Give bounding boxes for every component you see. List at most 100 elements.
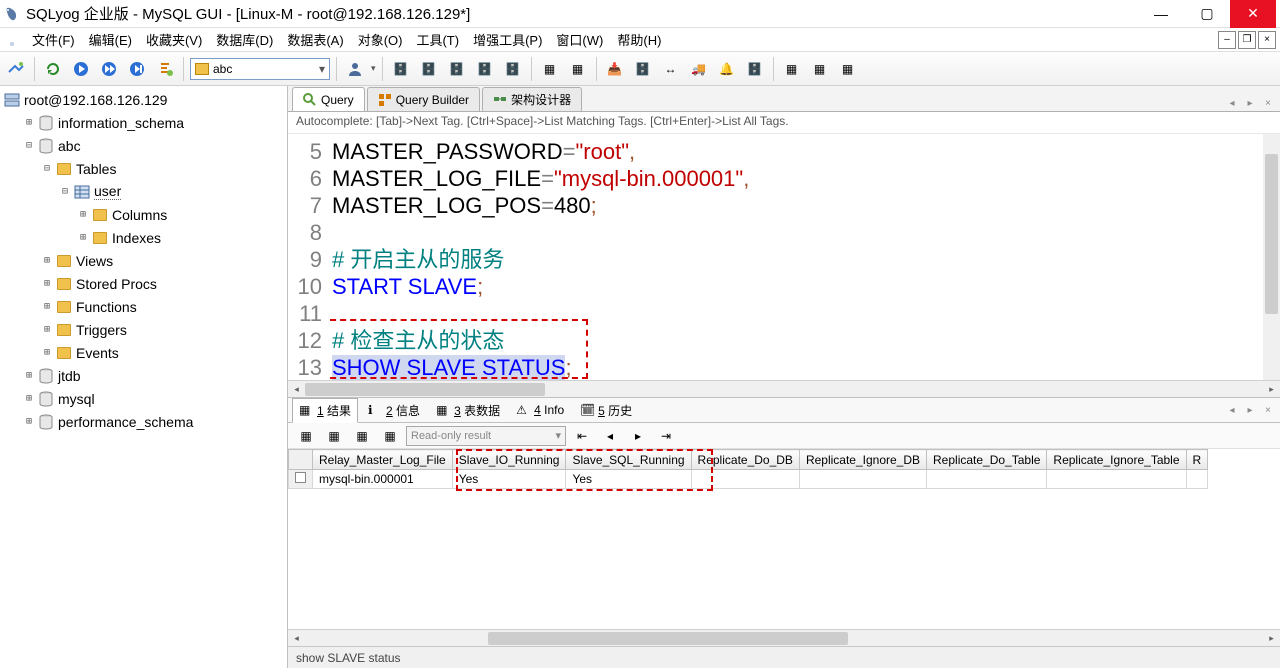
grid-col-header[interactable]: Replicate_Do_Table [927, 450, 1047, 470]
grid-cell[interactable] [691, 470, 799, 489]
mdi-close-button[interactable]: × [1258, 31, 1276, 49]
grid-copy-icon[interactable]: ▦ [322, 424, 346, 448]
tree-item[interactable]: ⊞performance_schema [0, 410, 287, 433]
minimize-button[interactable]: — [1138, 0, 1184, 28]
db-schema-icon[interactable]: 🗄️ [473, 57, 497, 81]
grid-hscroll[interactable]: ◂ ▸ [288, 629, 1280, 646]
grid-col-header[interactable]: Slave_IO_Running [452, 450, 566, 470]
grid-refresh-icon[interactable]: ▦ [378, 424, 402, 448]
expand-toggle[interactable]: ⊞ [22, 415, 36, 429]
grid-paste-icon[interactable]: ▦ [350, 424, 374, 448]
scheduled-icon[interactable]: ↔ [659, 57, 683, 81]
menu-fav[interactable]: 收藏夹(V) [140, 28, 208, 51]
mdi-system-icon[interactable] [4, 32, 20, 48]
hscroll-thumb[interactable] [305, 383, 545, 396]
refresh-icon[interactable] [41, 57, 65, 81]
expand-toggle[interactable]: ⊞ [40, 254, 54, 268]
tab-prev-icon[interactable]: ◂ [1224, 95, 1240, 111]
tree-item[interactable]: ⊞Functions [0, 295, 287, 318]
grid-cell[interactable]: Yes [566, 470, 691, 489]
result-tab[interactable]: ▦3 表数据 [430, 398, 506, 423]
grid-col-header[interactable]: R [1186, 450, 1208, 470]
expand-toggle[interactable]: ⊞ [76, 208, 90, 222]
grid-hscroll-right-icon[interactable]: ▸ [1263, 630, 1280, 647]
result-tab[interactable]: ℹ2 信息 [362, 398, 426, 423]
tree-item[interactable]: ⊞jtdb [0, 364, 287, 387]
tree-item[interactable]: ⊞Events [0, 341, 287, 364]
table-list-icon[interactable]: ▦ [566, 57, 590, 81]
tree-item[interactable]: ⊞Indexes [0, 226, 287, 249]
menu-db[interactable]: 数据库(D) [210, 28, 279, 51]
format-icon[interactable] [153, 57, 177, 81]
object-browser[interactable]: root@192.168.126.129 ⊞information_schema… [0, 86, 288, 668]
execute-all-icon[interactable] [97, 57, 121, 81]
editor-tab[interactable]: 架构设计器 [482, 87, 582, 111]
mdi-restore-button[interactable]: ❐ [1238, 31, 1256, 49]
editor-code[interactable]: MASTER_PASSWORD="root", MASTER_LOG_FILE=… [328, 134, 1280, 380]
grid-cell[interactable] [927, 470, 1047, 489]
tree-item[interactable]: ⊟abc [0, 134, 287, 157]
grid-hscroll-left-icon[interactable]: ◂ [288, 630, 305, 647]
view2-icon[interactable]: ▦ [808, 57, 832, 81]
menu-help[interactable]: 帮助(H) [611, 28, 667, 51]
sql-editor[interactable]: 5678910111213 MASTER_PASSWORD="root", MA… [288, 134, 1280, 380]
tab-close-icon[interactable]: × [1260, 95, 1276, 111]
db-sync-icon[interactable]: 🗄️ [389, 57, 413, 81]
editor-tab[interactable]: Query Builder [367, 87, 480, 111]
tree-item[interactable]: ⊟user [0, 180, 287, 203]
tree-root[interactable]: root@192.168.126.129 [0, 88, 287, 111]
expand-toggle[interactable]: ⊟ [22, 139, 36, 153]
hscroll-left-icon[interactable]: ◂ [288, 381, 305, 398]
tree-item[interactable]: ⊞Triggers [0, 318, 287, 341]
result-tab[interactable]: ▦1 结果 [292, 398, 358, 423]
execute-step-icon[interactable] [125, 57, 149, 81]
menu-window[interactable]: 窗口(W) [550, 28, 609, 51]
menu-edit[interactable]: 编辑(E) [83, 28, 138, 51]
result-tab-next-icon[interactable]: ▸ [1242, 402, 1258, 418]
tree-item[interactable]: ⊟Tables [0, 157, 287, 180]
db-copy-icon[interactable]: 🗄️ [417, 57, 441, 81]
import-icon[interactable]: 📥 [603, 57, 627, 81]
editor-hscroll[interactable]: ◂ ▸ [288, 380, 1280, 397]
result-tab-close-icon[interactable]: × [1260, 402, 1276, 418]
grid-cell[interactable] [1186, 470, 1208, 489]
view1-icon[interactable]: ▦ [780, 57, 804, 81]
menu-file[interactable]: 文件(F) [26, 28, 81, 51]
hscroll-right-icon[interactable]: ▸ [1263, 381, 1280, 398]
export-icon[interactable]: 🗄️ [631, 57, 655, 81]
grid-corner[interactable] [289, 450, 313, 470]
new-connection-icon[interactable] [4, 57, 28, 81]
execute-icon[interactable] [69, 57, 93, 81]
menu-tools[interactable]: 工具(T) [410, 28, 465, 51]
notify-icon[interactable]: 🔔 [715, 57, 739, 81]
expand-toggle[interactable]: ⊞ [40, 346, 54, 360]
menu-table[interactable]: 数据表(A) [281, 28, 349, 51]
result-tab[interactable]: ⚠4 Info [510, 398, 570, 423]
result-tab[interactable]: 🗓5 历史 [574, 398, 638, 423]
readonly-combo[interactable]: Read-only result ▾ [406, 426, 566, 446]
close-button[interactable]: ✕ [1230, 0, 1276, 28]
expand-toggle[interactable]: ⊟ [40, 162, 54, 176]
editor-vscroll[interactable] [1263, 134, 1280, 380]
menu-ptools[interactable]: 增强工具(P) [467, 28, 548, 51]
expand-toggle[interactable]: ⊞ [40, 323, 54, 337]
expand-toggle[interactable]: ⊞ [40, 277, 54, 291]
grid-hscroll-thumb[interactable] [488, 632, 848, 645]
grid-col-header[interactable]: Replicate_Do_DB [691, 450, 799, 470]
database-combo[interactable]: abc ▾ [190, 58, 330, 80]
expand-toggle[interactable]: ⊞ [22, 392, 36, 406]
tab-next-icon[interactable]: ▸ [1242, 95, 1258, 111]
expand-toggle[interactable]: ⊞ [76, 231, 90, 245]
grid-prev-icon[interactable]: ◂ [598, 424, 622, 448]
maximize-button[interactable]: ▢ [1184, 0, 1230, 28]
grid-cell[interactable] [799, 470, 926, 489]
view3-icon[interactable]: ▦ [836, 57, 860, 81]
grid-col-header[interactable]: Replicate_Ignore_Table [1047, 450, 1186, 470]
grid-cell[interactable] [1047, 470, 1186, 489]
tree-item[interactable]: ⊞Stored Procs [0, 272, 287, 295]
result-grid[interactable]: Relay_Master_Log_FileSlave_IO_RunningSla… [288, 449, 1280, 629]
expand-toggle[interactable]: ⊟ [58, 185, 72, 199]
grid-cell[interactable]: Yes [452, 470, 566, 489]
tree-item[interactable]: ⊞information_schema [0, 111, 287, 134]
grid-first-icon[interactable]: ⇤ [570, 424, 594, 448]
